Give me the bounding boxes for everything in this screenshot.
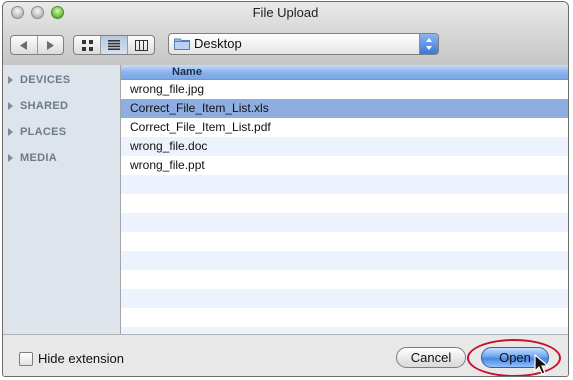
sidebar-item-label: PLACES xyxy=(20,126,67,138)
back-button[interactable] xyxy=(11,36,38,54)
location-label: Desktop xyxy=(194,36,242,51)
file-row[interactable]: wrong_file.jpg xyxy=(121,80,568,99)
updown-arrows-icon xyxy=(426,38,432,50)
file-upload-dialog: File Upload Desktop DEVICES SHARED PLACE… xyxy=(2,1,569,377)
view-mode-control xyxy=(73,35,155,55)
window-title: File Upload xyxy=(252,5,319,20)
file-row[interactable]: wrong_file.doc xyxy=(121,137,568,156)
list-view-button[interactable] xyxy=(101,36,128,54)
column-header-label: Name xyxy=(172,66,202,78)
disclosure-triangle-icon xyxy=(8,154,13,162)
empty-row xyxy=(121,308,568,327)
empty-row xyxy=(121,213,568,232)
hide-extension-option[interactable]: Hide extension xyxy=(19,351,124,366)
forward-button[interactable] xyxy=(38,36,64,54)
file-row-selected[interactable]: Correct_File_Item_List.xls xyxy=(121,99,568,118)
icon-view-icon xyxy=(81,39,93,51)
back-forward-control xyxy=(10,35,64,55)
sidebar-item-label: SHARED xyxy=(20,100,69,112)
list-view-icon xyxy=(108,40,120,50)
sidebar-item-devices[interactable]: DEVICES xyxy=(8,73,70,87)
empty-row xyxy=(121,270,568,289)
sidebar-item-label: DEVICES xyxy=(20,74,71,86)
sidebar-item-shared[interactable]: SHARED xyxy=(8,99,68,113)
popup-stepper[interactable] xyxy=(419,34,438,54)
location-popup[interactable]: Desktop xyxy=(168,33,439,55)
disclosure-triangle-icon xyxy=(8,128,13,136)
mouse-pointer-icon xyxy=(534,354,550,375)
folder-icon xyxy=(174,38,190,50)
sidebar-item-label: MEDIA xyxy=(20,152,57,164)
column-view-button[interactable] xyxy=(128,36,154,54)
file-rows: wrong_file.jpg Correct_File_Item_List.xl… xyxy=(121,80,568,334)
empty-row xyxy=(121,251,568,270)
name-column-header[interactable]: Name xyxy=(121,65,568,80)
cancel-button[interactable]: Cancel xyxy=(396,347,466,368)
empty-row xyxy=(121,194,568,213)
hide-extension-label: Hide extension xyxy=(38,351,124,366)
hide-extension-checkbox[interactable] xyxy=(19,351,33,366)
dialog-footer: Hide extension Cancel Open xyxy=(3,334,568,376)
disclosure-triangle-icon xyxy=(8,76,13,84)
empty-row xyxy=(121,175,568,194)
back-arrow-icon xyxy=(19,40,27,50)
empty-row xyxy=(121,232,568,251)
forward-arrow-icon xyxy=(47,40,55,50)
title-toolbar: File Upload Desktop xyxy=(3,2,568,66)
sidebar: DEVICES SHARED PLACES MEDIA xyxy=(3,65,121,334)
sidebar-item-places[interactable]: PLACES xyxy=(8,125,66,139)
file-list: Name wrong_file.jpg Correct_File_Item_Li… xyxy=(121,65,568,334)
empty-row xyxy=(121,289,568,308)
icon-view-button[interactable] xyxy=(74,36,101,54)
file-row[interactable]: wrong_file.ppt xyxy=(121,156,568,175)
empty-row xyxy=(121,327,568,334)
column-view-icon xyxy=(134,39,148,51)
sidebar-item-media[interactable]: MEDIA xyxy=(8,151,57,165)
disclosure-triangle-icon xyxy=(8,102,13,110)
file-row[interactable]: Correct_File_Item_List.pdf xyxy=(121,118,568,137)
